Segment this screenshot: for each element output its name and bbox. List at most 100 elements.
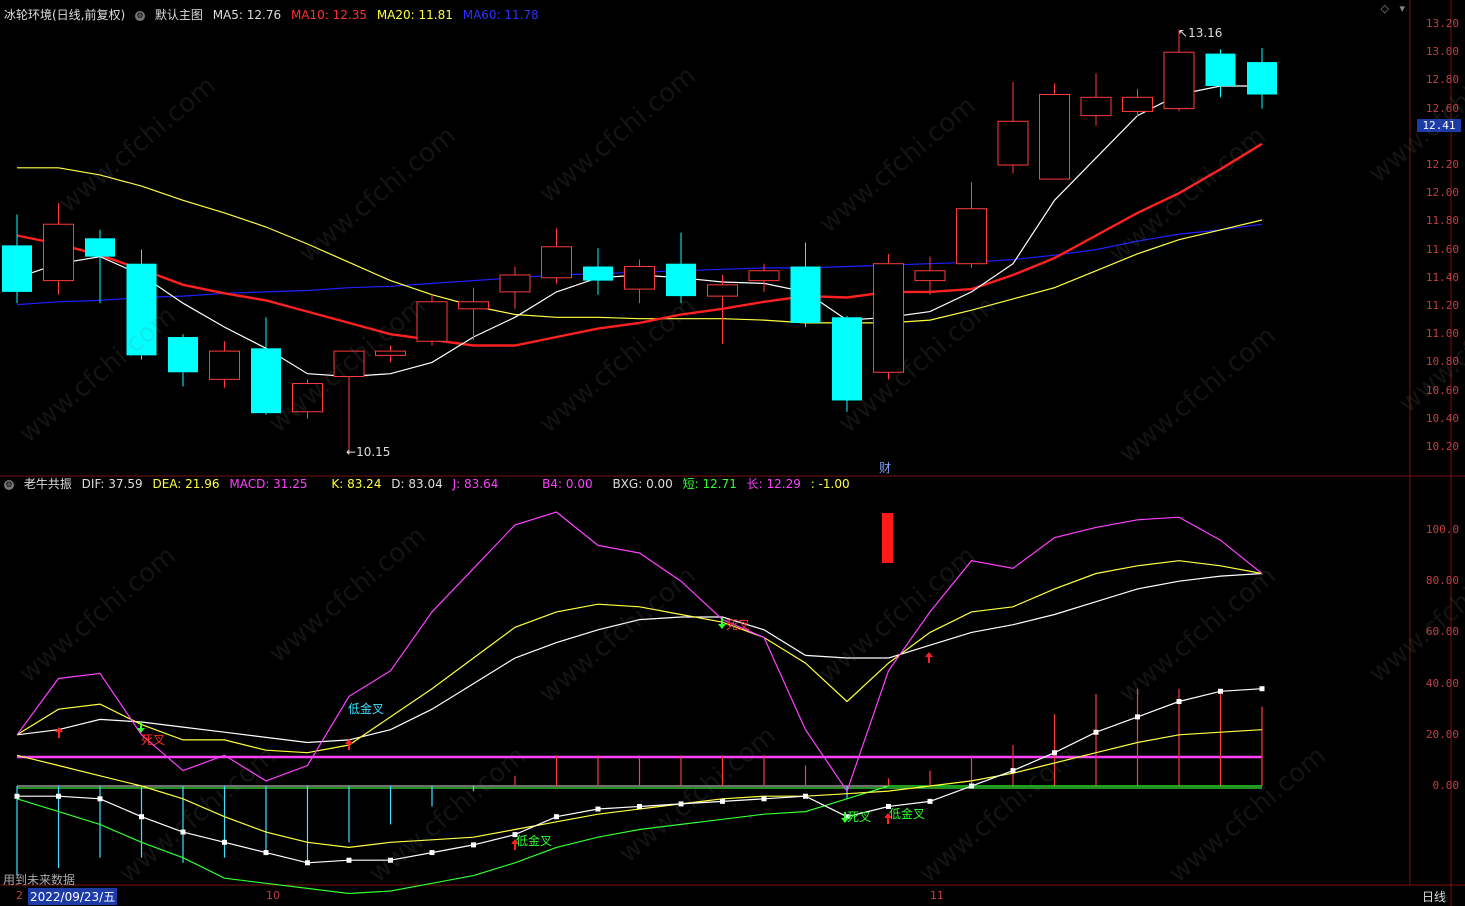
- white-dot: [1176, 699, 1182, 705]
- candle: [292, 379, 323, 419]
- candle-body-up: [499, 274, 531, 293]
- buy-arrow-icon: [925, 652, 933, 663]
- kdj-k-line: [16, 560, 1263, 754]
- candle-body-down: [790, 266, 821, 323]
- indicator-settings-icon[interactable]: ⚙: [4, 479, 14, 490]
- candle: [1247, 47, 1277, 109]
- candle-body-down: [1247, 62, 1277, 95]
- candle: [666, 232, 696, 304]
- candle: [209, 341, 240, 388]
- candle-body-up: [333, 350, 365, 377]
- kdj-d-line: [16, 572, 1263, 744]
- period-selector[interactable]: 日线: [1422, 888, 1446, 905]
- price-tick: 13.00: [1425, 45, 1459, 59]
- white-dot: [969, 783, 974, 789]
- white-dot: [388, 857, 393, 863]
- candle-body-down: [168, 337, 198, 373]
- candle-body-up: [1122, 96, 1153, 112]
- white-dot: [1052, 750, 1057, 756]
- d-value: D: 83.04: [391, 477, 443, 491]
- candle-body-up: [1039, 94, 1070, 180]
- candle-body-up: [292, 383, 323, 413]
- kdj-j-line: [16, 511, 1263, 793]
- candle: [873, 253, 904, 380]
- candle-body-up: [956, 208, 987, 265]
- candle: [375, 345, 406, 363]
- white-dot: [222, 839, 227, 845]
- dif-value: DIF: 37.59: [81, 477, 143, 491]
- candle-body-down: [583, 266, 613, 281]
- ma5-line: [16, 85, 1262, 378]
- candle: [416, 294, 448, 346]
- candle: [251, 317, 281, 415]
- candle-body-down: [666, 263, 696, 297]
- candle: [333, 350, 365, 455]
- candle: [2, 214, 32, 304]
- candle-body-down: [1205, 53, 1236, 87]
- price-tick: 10.20: [1425, 440, 1459, 453]
- white-dot: [595, 806, 601, 812]
- price-tick: 11.80: [1425, 214, 1459, 228]
- extra-value: : -1.00: [810, 477, 850, 491]
- candle-body-up: [748, 270, 780, 282]
- indicator-tick: 100.0: [1425, 523, 1459, 536]
- candle: [832, 315, 862, 412]
- white-dot: [637, 803, 642, 809]
- price-tick: 10.80: [1425, 355, 1459, 369]
- candle: [914, 256, 946, 295]
- candle: [790, 242, 821, 328]
- white-dot: [263, 850, 269, 856]
- white-dot: [720, 798, 725, 804]
- candle: [1163, 29, 1195, 112]
- candle-body-up: [997, 120, 1029, 166]
- candle: [1205, 49, 1236, 98]
- price-tick: 12.60: [1425, 101, 1459, 115]
- white-dot: [346, 857, 352, 863]
- white-dot: [180, 829, 186, 835]
- current-price-tag: 12.41: [1417, 119, 1461, 132]
- candle: [126, 249, 157, 360]
- stock-chart[interactable]: [0, 0, 1465, 906]
- candle: [956, 181, 987, 268]
- price-tick: 10.40: [1425, 411, 1459, 425]
- candle-body-down: [251, 348, 281, 414]
- indicator-name[interactable]: 老牛共振: [24, 477, 72, 491]
- j-value: J: 83.64: [452, 477, 499, 491]
- candle: [499, 266, 531, 309]
- death-cross-label-2: 死叉: [726, 618, 751, 632]
- indicator-tick: 0.00: [1432, 779, 1460, 792]
- white-dot: [429, 850, 435, 856]
- white-dot: [678, 801, 684, 807]
- candle: [43, 203, 74, 295]
- green-line: [16, 785, 1262, 895]
- candle-body-up: [914, 270, 946, 282]
- white-dot: [927, 798, 933, 804]
- price-tick: 10.60: [1425, 383, 1459, 397]
- death-cross-label-3: 死叉: [847, 810, 872, 824]
- price-tick: 11.00: [1425, 327, 1459, 341]
- price-tick: 12.20: [1425, 158, 1459, 171]
- white-dot: [1218, 688, 1223, 694]
- signal-red-bar: [882, 513, 893, 563]
- financial-report-marker[interactable]: 财: [879, 459, 891, 476]
- white-dot: [56, 793, 61, 799]
- indicator-header: ⚙ 老牛共振 DIF: 37.59 DEA: 21.96 MACD: 31.25…: [4, 475, 856, 493]
- dea-value: DEA: 21.96: [152, 477, 220, 491]
- candle: [1122, 88, 1153, 118]
- candle-body-up: [375, 350, 406, 356]
- white-dot: [1010, 768, 1016, 774]
- candle: [1039, 83, 1070, 180]
- macd-value: MACD: 31.25: [229, 477, 308, 491]
- white-dot: [1093, 729, 1099, 735]
- date-cursor: 2022/09/23/五: [28, 888, 118, 905]
- future-data-label: 用到未来数据: [3, 873, 76, 887]
- candle-body-up: [416, 301, 448, 342]
- death-cross-label: 死叉: [141, 733, 166, 747]
- price-tick: 12.00: [1425, 186, 1459, 200]
- white-dot: [14, 793, 20, 799]
- white-dot: [471, 842, 476, 848]
- candle: [624, 259, 655, 304]
- candle: [997, 81, 1029, 174]
- candle-body-up: [43, 223, 74, 282]
- candle-body-up: [541, 246, 572, 279]
